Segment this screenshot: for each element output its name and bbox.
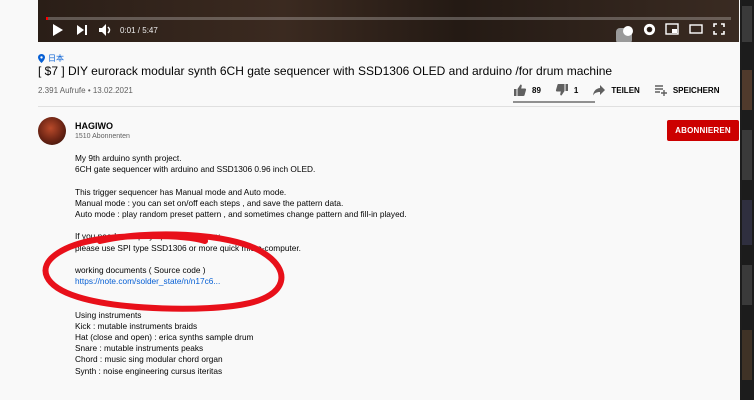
description-blank-line — [75, 220, 505, 231]
share-button[interactable]: TEILEN — [592, 83, 640, 97]
play-icon[interactable] — [52, 23, 64, 39]
miniplayer-icon[interactable] — [665, 23, 679, 39]
description-line: Auto mode : play random preset pattern ,… — [75, 208, 407, 219]
like-count: 89 — [532, 85, 541, 95]
youtube-watch-page: 0:01 / 5:47 日本 [ $7 ] DIY eurorack modul… — [0, 0, 754, 400]
description-blank-line — [75, 287, 505, 298]
description-line: My 9th arduino synth project. — [75, 153, 182, 163]
description-line: This trigger sequencer has Manual mode a… — [75, 186, 287, 197]
video-player[interactable]: 0:01 / 5:47 — [38, 0, 739, 42]
sidebar-edge — [740, 0, 754, 400]
location-pin-icon — [38, 54, 45, 63]
section-divider — [38, 106, 740, 107]
volume-icon[interactable] — [98, 23, 112, 39]
autoplay-toggle[interactable] — [616, 26, 633, 42]
share-label: TEILEN — [611, 85, 640, 95]
description-line: 6CH gate sequencer with arduino and SSD1… — [75, 164, 316, 175]
description-line: Manual mode : you can set on/off each st… — [75, 197, 344, 208]
description-line: Chord : music sing modular chord organ — [75, 354, 223, 365]
video-meta: 2.391 Aufrufe • 13.02.2021 — [38, 86, 133, 95]
subscriber-count: 1510 Abonnenten — [75, 133, 130, 140]
thumb-down-icon — [555, 84, 568, 96]
description-line: If you need ... display update frequency… — [75, 231, 222, 242]
description-blank-line — [75, 175, 505, 186]
progress-bar[interactable] — [46, 17, 731, 20]
playlist-add-icon — [654, 85, 667, 96]
like-ratio-bar — [513, 101, 595, 103]
share-icon — [593, 85, 606, 96]
description-line: https://note.com/solder_state/n/n17c6... — [75, 276, 505, 287]
fullscreen-icon[interactable] — [713, 23, 725, 39]
thumb-up-icon — [514, 84, 527, 96]
theater-icon[interactable] — [689, 23, 703, 39]
description-line: Hat (close and open) : erica synths samp… — [75, 332, 254, 342]
location-tag[interactable]: 日本 — [38, 53, 64, 64]
like-button[interactable]: 89 — [513, 83, 541, 97]
description-line: Kick : mutable instruments braids — [75, 320, 198, 331]
description-line: working documents ( Source code ) — [75, 264, 206, 275]
progress-fill — [46, 17, 49, 20]
action-bar: 89 1 TEILEN SPEICHERN — [513, 83, 734, 97]
dislike-count: 1 — [573, 85, 579, 95]
settings-icon[interactable] — [643, 23, 656, 39]
description-line: please use SPI type SSD1306 or more quic… — [75, 242, 301, 253]
save-label: SPEICHERN — [672, 85, 720, 95]
location-label: 日本 — [48, 54, 64, 63]
channel-name[interactable]: HAGIWO — [75, 121, 113, 131]
description-line: Using instruments — [75, 309, 142, 320]
dislike-button[interactable]: 1 — [555, 83, 578, 97]
save-button[interactable]: SPEICHERN — [654, 83, 720, 97]
description-blank-line — [75, 254, 505, 265]
description-line: Snare : mutable instruments peaks — [75, 343, 204, 354]
description-blank-line — [75, 298, 505, 309]
channel-avatar[interactable] — [38, 117, 66, 145]
video-title: [ $7 ] DIY eurorack modular synth 6CH ga… — [38, 64, 613, 78]
description-line: Synth : noise engineering cursus iterita… — [75, 365, 223, 376]
video-description: My 9th arduino synth project. 6CH gate se… — [75, 153, 505, 377]
next-icon[interactable] — [76, 23, 88, 39]
subscribe-button[interactable]: ABONNIEREN — [667, 120, 739, 141]
source-code-link[interactable]: https://note.com/solder_state/n/n17c6... — [75, 276, 220, 286]
time-display: 0:01 / 5:47 — [120, 26, 158, 35]
